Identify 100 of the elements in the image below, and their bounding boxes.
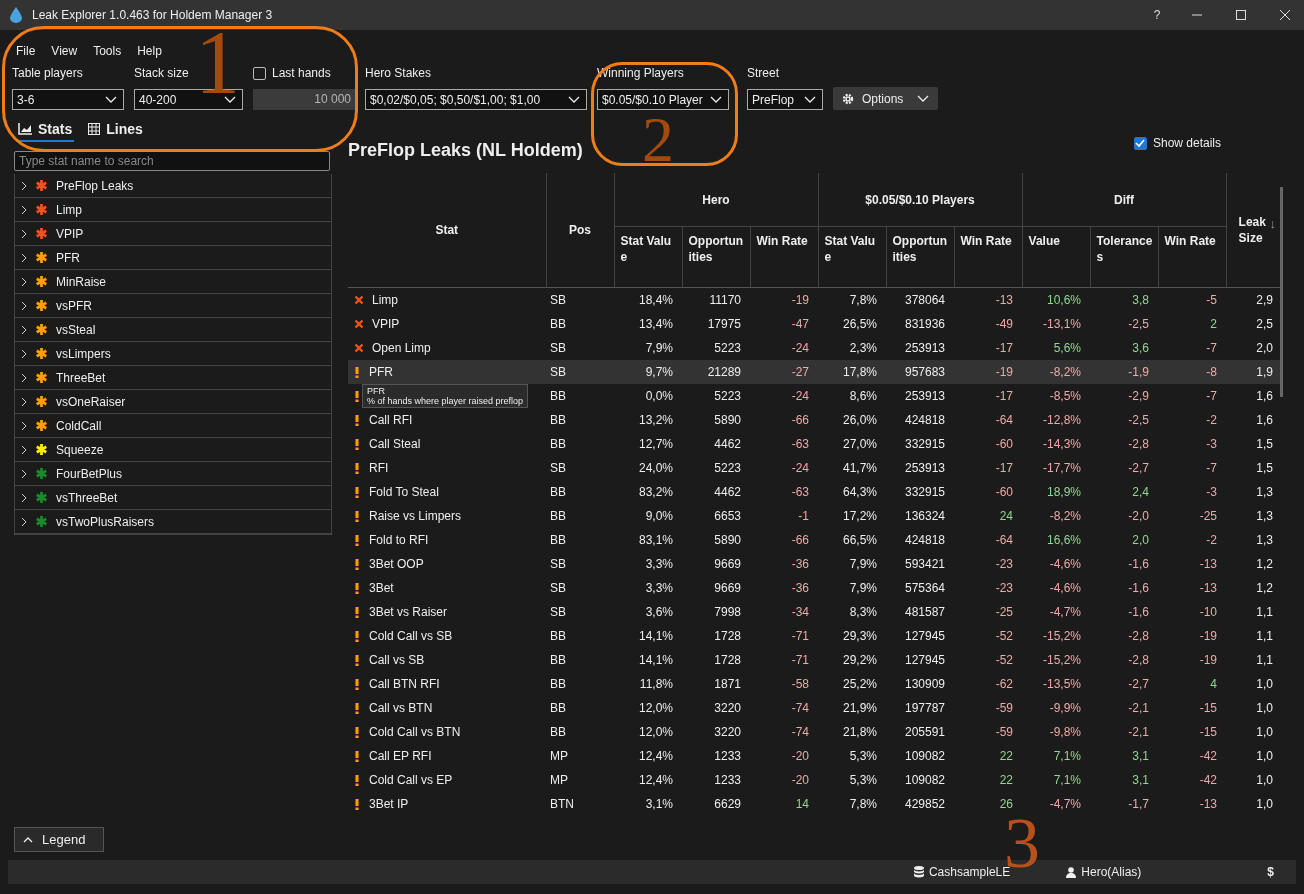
column-header[interactable]: Pos: [546, 173, 614, 288]
number-field[interactable]: 10 000: [253, 89, 355, 110]
table-cell: -34: [791, 605, 809, 619]
tree-item[interactable]: VPIP: [15, 222, 331, 246]
table-cell: 3Bet OOP: [369, 557, 424, 571]
menu-item[interactable]: View: [43, 44, 86, 62]
menu-item[interactable]: Tools: [85, 44, 130, 62]
checkbox[interactable]: [1133, 136, 1147, 150]
table-row[interactable]: Call vs BTN BB 12,0% 3220 -74 21,9% 197787 -59 -9,9% -2,1 -15 1,0: [348, 696, 1282, 720]
search-field[interactable]: Type stat name to search: [14, 151, 330, 171]
tree-item[interactable]: ColdCall: [15, 414, 331, 438]
table-row[interactable]: RFI SB 24,0% 5223 -24 41,7% 253913 -17 -17,7% -2,7 -7 1,5: [348, 456, 1282, 480]
table-row[interactable]: VPIP BB 13,4% 17975 -47 26,5% 831936 -49 -13,1% -2,5 2 2,5: [348, 312, 1282, 336]
table-row[interactable]: Cold Call vs BTN BB 12,0% 3220 -74 21,8% 205591 -59 -9,8% -2,1 -15 1,0: [348, 720, 1282, 744]
tree-item[interactable]: ThreeBet: [15, 366, 331, 390]
column-header[interactable]: Value: [1022, 226, 1091, 288]
dropdown[interactable]: 3-6: [12, 89, 124, 110]
table-cell: -60: [995, 485, 1013, 499]
exclamation-icon: [355, 486, 359, 498]
column-header[interactable]: Opportunities: [682, 226, 750, 288]
column-group-header: Hero: [614, 173, 818, 227]
tree-item[interactable]: vsSteal: [15, 318, 331, 342]
table-row[interactable]: Limp SB 18,4% 11170 -19 7,8% 378064 -13 10,6% 3,8 -5 2,9: [348, 288, 1282, 312]
table-row[interactable]: 3Bet IP BTN 3,1% 6629 14 7,8% 429852 26 -4,7% -1,7 -13 1,0: [348, 792, 1282, 816]
tree-item[interactable]: MinRaise: [15, 270, 331, 294]
tree-item[interactable]: PreFlop Leaks: [15, 174, 331, 198]
field-label: Street: [747, 66, 780, 80]
tree-item[interactable]: Limp: [15, 198, 331, 222]
table-cell: 3,1: [1132, 749, 1149, 763]
table-row[interactable]: Cold Call vs EP MP 12,4% 1233 -20 5,3% 109082 22 7,1% 3,1 -42 1,0: [348, 768, 1282, 792]
checkbox[interactable]: [253, 66, 266, 80]
column-header[interactable]: Win Rate: [750, 226, 818, 288]
table-cell: MP: [550, 773, 568, 787]
table-cell: 3,6: [1132, 341, 1149, 355]
column-header[interactable]: Tolerances: [1090, 226, 1159, 288]
options-button[interactable]: Options: [833, 87, 939, 110]
table-cell: BB: [550, 725, 566, 739]
column-header[interactable]: Win Rate: [954, 226, 1023, 288]
tree-item[interactable]: vsTwoPlusRaisers: [15, 510, 331, 534]
tree-item[interactable]: vsOneRaiser: [15, 390, 331, 414]
table-cell: Call RFI: [369, 413, 413, 427]
table-cell: 21289: [707, 365, 741, 379]
table-cell: 14,1%: [638, 653, 673, 667]
table-cell: SB: [550, 581, 566, 595]
table-cell: -14,3%: [1042, 437, 1081, 451]
table-cell: -60: [995, 437, 1013, 451]
tree-item[interactable]: PFR: [15, 246, 331, 270]
table-cell: 17,8%: [842, 365, 877, 379]
scrollbar[interactable]: [1280, 187, 1283, 397]
table-row[interactable]: Call RFI BB 13,2% 5890 -66 26,0% 424818 -64 -12,8% -2,5 -2 1,6: [348, 408, 1282, 432]
help-button[interactable]: ?: [1144, 8, 1170, 22]
menu-item[interactable]: File: [8, 44, 44, 62]
table-row[interactable]: Open Limp SB 7,9% 5223 -24 2,3% 253913 -17 5,6% 3,6 -7 2,0: [348, 336, 1282, 360]
table-row[interactable]: Fold to RFI BB 83,1% 5890 -66 66,5% 424818 -64 16,6% 2,0 -2 1,3: [348, 528, 1282, 552]
dropdown[interactable]: PreFlop: [747, 89, 823, 110]
tree-item[interactable]: vsLimpers: [15, 342, 331, 366]
table-row[interactable]: 3Bet OOP SB 3,3% 9669 -36 7,9% 593421 -23 -4,6% -1,6 -13 1,2: [348, 552, 1282, 576]
table-row[interactable]: Fold To Steal BB 83,2% 4462 -63 64,3% 332915 -60 18,9% 2,4 -3 1,3: [348, 480, 1282, 504]
exclamation-icon: [355, 726, 359, 738]
dropdown[interactable]: $0,02/$0,05; $0,50/$1,00; $1,00: [365, 89, 587, 110]
table-row[interactable]: PFR % of hands where player raised preflop BB 0,0% 5223 -24 8,6% 253913 -17 -8,5% -2,9 -7 1,6: [348, 384, 1282, 408]
table-cell: 8,6%: [849, 389, 877, 403]
cross-icon: [354, 343, 364, 353]
tree-item[interactable]: FourBetPlus: [15, 462, 331, 486]
table-row[interactable]: Call vs SB BB 14,1% 1728 -71 29,2% 127945 -52 -15,2% -2,8 -19 1,1: [348, 648, 1282, 672]
table-cell: 109082: [904, 749, 945, 763]
table-row[interactable]: 3Bet vs Raiser SB 3,6% 7998 -34 8,3% 481587 -25 -4,7% -1,6 -10 1,1: [348, 600, 1282, 624]
table-cell: 3220: [714, 701, 741, 715]
column-header[interactable]: Win Rate: [1158, 226, 1227, 288]
exclamation-icon: [355, 534, 359, 546]
sort-arrow[interactable]: ↓: [1269, 217, 1277, 231]
table-row[interactable]: Cold Call vs SB BB 14,1% 1728 -71 29,3% 127945 -52 -15,2% -2,8 -19 1,1: [348, 624, 1282, 648]
table-row[interactable]: 3Bet SB 3,3% 9669 -36 7,9% 575364 -23 -4,6% -1,6 -13 1,2: [348, 576, 1282, 600]
tree-item[interactable]: Squeeze: [15, 438, 331, 462]
column-header[interactable]: Stat: [348, 173, 546, 288]
table-row[interactable]: Raise vs Limpers BB 9,0% 6653 -1 17,2% 136324 24 -8,2% -2,0 -25 1,3: [348, 504, 1282, 528]
table-row[interactable]: PFR SB 9,7% 21289 -27 17,8% 957683 -19 -8,2% -1,9 -8 1,9: [348, 360, 1282, 384]
legend-button[interactable]: Legend: [14, 827, 104, 852]
tree-item[interactable]: vsPFR: [15, 294, 331, 318]
table-cell: 1233: [714, 773, 741, 787]
tab[interactable]: Lines: [86, 118, 145, 142]
table-row[interactable]: Call BTN RFI BB 11,8% 1871 -58 25,2% 130909 -62 -13,5% -2,7 4 1,0: [348, 672, 1282, 696]
maximize-icon[interactable]: [1235, 9, 1247, 21]
table-row[interactable]: Call Steal BB 12,7% 4462 -63 27,0% 332915 -60 -14,3% -2,8 -3 1,5: [348, 432, 1282, 456]
table-cell: -2,8: [1128, 629, 1149, 643]
column-header[interactable]: Stat Value: [614, 226, 682, 288]
tree-item[interactable]: vsThreeBet: [15, 486, 331, 510]
close-icon[interactable]: [1279, 9, 1291, 21]
table-cell: -49: [995, 317, 1013, 331]
tab[interactable]: Stats: [16, 118, 75, 142]
menu-item[interactable]: Help: [129, 44, 170, 62]
table-cell: 957683: [904, 365, 945, 379]
column-header[interactable]: Opportunities: [886, 226, 954, 288]
table-cell: -27: [791, 365, 809, 379]
column-header[interactable]: Stat Value: [818, 226, 886, 288]
exclamation-icon: [355, 582, 359, 594]
table-row[interactable]: Call EP RFI MP 12,4% 1233 -20 5,3% 109082 22 7,1% 3,1 -42 1,0: [348, 744, 1282, 768]
dropdown[interactable]: $0.05/$0.10 Player: [597, 89, 729, 110]
table-cell: -25: [1199, 509, 1217, 523]
table-cell: -8,2%: [1049, 365, 1081, 379]
